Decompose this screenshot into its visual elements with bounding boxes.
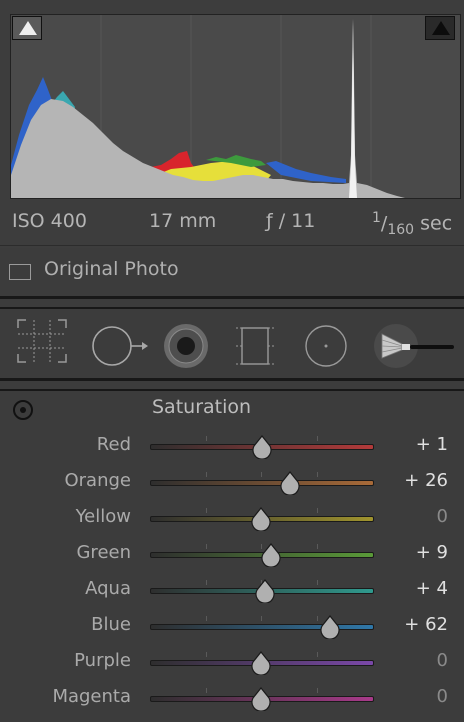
slider-tick <box>317 436 318 441</box>
brush-icon <box>374 324 454 368</box>
slider-label: Red <box>96 434 131 455</box>
slider-row-magenta: Magenta 0 <box>0 686 464 722</box>
slider-tick <box>206 580 207 585</box>
slider-thumb-blue[interactable] <box>319 615 341 640</box>
slider-value[interactable]: + 62 <box>404 614 448 635</box>
slider-tick <box>261 472 262 477</box>
slider-thumb-purple[interactable] <box>250 651 272 676</box>
slider-tick <box>317 472 318 477</box>
slider-value[interactable]: + 4 <box>416 578 448 599</box>
graduated-filter-tool[interactable] <box>232 314 280 376</box>
exif-iso: ISO 400 <box>12 210 87 232</box>
develop-tool-strip <box>0 314 464 376</box>
slider-value[interactable]: 0 <box>437 506 448 527</box>
slider-tick <box>206 508 207 513</box>
slider-thumb-green[interactable] <box>260 543 282 568</box>
slider-value[interactable]: + 9 <box>416 542 448 563</box>
red-eye-tool[interactable] <box>162 314 212 376</box>
panel-separator <box>0 307 464 309</box>
exif-shutter-speed: 1/160 sec <box>372 210 453 239</box>
slider-ticks <box>150 472 372 477</box>
slider-tick <box>317 688 318 693</box>
slider-tick <box>206 472 207 477</box>
graduated-filter-icon <box>236 327 276 365</box>
slider-value[interactable]: + 26 <box>404 470 448 491</box>
slider-label: Green <box>76 542 131 563</box>
slider-tick <box>317 652 318 657</box>
spot-removal-icon <box>92 326 148 366</box>
slider-row-purple: Purple 0 <box>0 650 464 686</box>
slider-label: Purple <box>74 650 131 671</box>
shutter-denominator: 160 <box>387 222 415 239</box>
slider-tick <box>261 616 262 621</box>
radial-filter-icon <box>305 325 347 367</box>
slider-value[interactable]: 0 <box>437 650 448 671</box>
slider-row-green: Green + 9 <box>0 542 464 578</box>
slider-tick <box>206 688 207 693</box>
crop-overlay-tool[interactable] <box>14 314 70 376</box>
spot-removal-tool[interactable] <box>88 314 150 376</box>
original-photo-checkbox[interactable] <box>9 264 31 280</box>
crop-grid-icon <box>17 319 67 363</box>
slider-thumb-yellow[interactable] <box>250 507 272 532</box>
radial-filter-tool[interactable] <box>302 314 352 376</box>
slider-tick <box>206 652 207 657</box>
slider-tick <box>206 616 207 621</box>
slider-tick <box>206 544 207 549</box>
slider-tick <box>206 436 207 441</box>
shadow-clipping-button[interactable] <box>12 16 42 40</box>
histogram-panel: ISO 400 17 mm ƒ / 11 1/160 sec <box>0 0 464 248</box>
slider-thumb-magenta[interactable] <box>250 687 272 712</box>
slider-track-orange[interactable] <box>150 480 374 486</box>
panel-separator <box>0 296 464 299</box>
slider-thumb-aqua[interactable] <box>254 579 276 604</box>
slider-label: Orange <box>64 470 131 491</box>
target-adjust-icon[interactable] <box>12 399 34 425</box>
slider-row-red: Red + 1 <box>0 434 464 470</box>
histogram-graph <box>11 15 405 198</box>
exif-focal-length: 17 mm <box>149 210 217 232</box>
original-photo-label: Original Photo <box>44 258 179 280</box>
red-eye-icon <box>164 324 208 368</box>
panel-separator <box>0 378 464 381</box>
slider-label: Blue <box>91 614 131 635</box>
shutter-numerator: 1 <box>372 210 381 226</box>
adjustment-brush-tool[interactable] <box>368 314 458 376</box>
exif-info: ISO 400 17 mm ƒ / 11 1/160 sec <box>0 206 464 239</box>
slider-tick <box>317 544 318 549</box>
divider <box>0 245 464 246</box>
slider-row-blue: Blue + 62 <box>0 614 464 650</box>
exif-aperture: ƒ / 11 <box>266 210 316 232</box>
triangle-up-icon <box>19 21 37 35</box>
panel-title: Saturation <box>152 396 252 418</box>
shutter-unit: sec <box>420 212 453 235</box>
slider-label: Yellow <box>75 506 131 527</box>
slider-row-yellow: Yellow 0 <box>0 506 464 542</box>
slider-thumb-red[interactable] <box>251 435 273 460</box>
triangle-up-icon <box>432 21 450 35</box>
slider-tick <box>317 580 318 585</box>
slider-value[interactable]: + 1 <box>416 434 448 455</box>
slider-value[interactable]: 0 <box>437 686 448 707</box>
slider-thumb-orange[interactable] <box>279 471 301 496</box>
slider-label: Aqua <box>85 578 131 599</box>
panel-separator <box>0 389 464 391</box>
histogram[interactable] <box>10 14 461 199</box>
slider-row-orange: Orange + 26 <box>0 470 464 506</box>
highlight-clipping-button[interactable] <box>425 16 455 40</box>
slider-label: Magenta <box>52 686 131 707</box>
slider-row-aqua: Aqua + 4 <box>0 578 464 614</box>
slider-tick <box>317 508 318 513</box>
